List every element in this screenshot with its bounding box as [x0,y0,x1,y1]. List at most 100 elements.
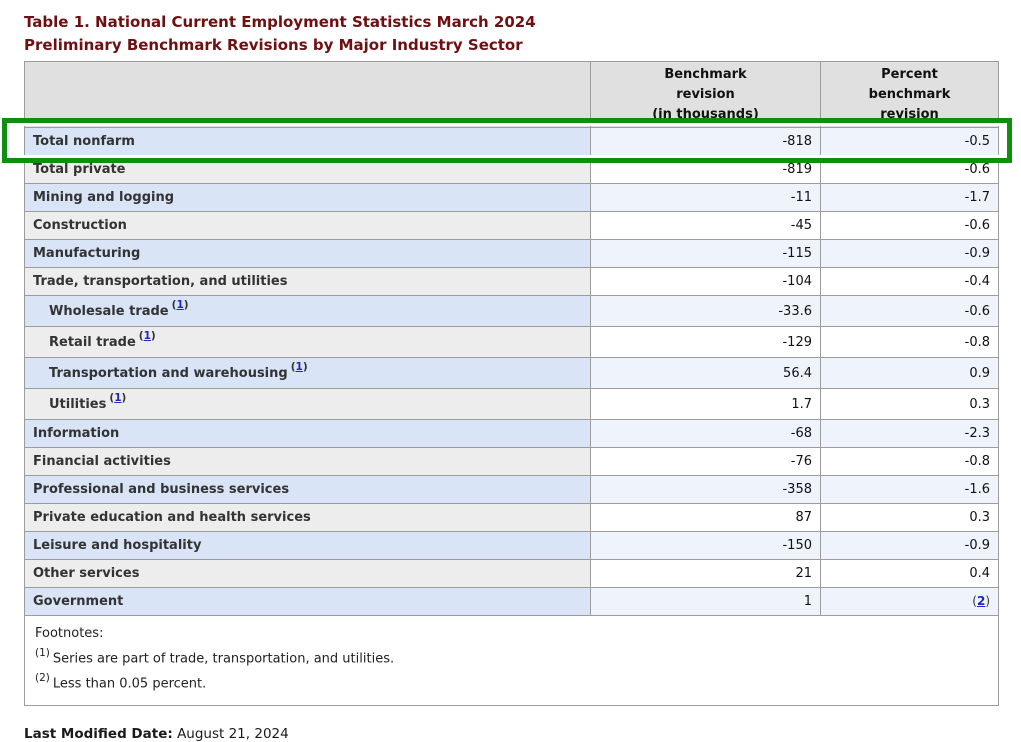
footnote-marker-link[interactable]: (1) [139,330,156,342]
table-title: Table 1. National Current Employment Sta… [24,11,1021,57]
row-label-text: Financial activities [33,454,171,469]
table-body: Total nonfarm-818-0.5Total private-819-0… [25,128,999,616]
benchmark-revision-value: -150 [591,532,821,560]
benchmark-revision-value: -45 [591,212,821,240]
percent-revision-value: -0.9 [821,532,999,560]
table-row: Leisure and hospitality -150-0.9 [25,532,999,560]
footnote-item-marker: (1) [35,647,50,659]
benchmark-revision-value: 87 [591,504,821,532]
footnotes-heading: Footnotes: [35,624,988,644]
row-label: Trade, transportation, and utilities [25,268,591,296]
footnote-item-marker: (2) [35,672,50,684]
table-header: Benchmark revision (in thousands) Percen… [25,62,999,128]
percent-revision-value: -0.6 [821,156,999,184]
table-row: Wholesale trade(1)-33.6-0.6 [25,296,999,327]
table-row: Professional and business services-358-1… [25,476,999,504]
percent-revision-value: -0.8 [821,448,999,476]
table-row: Mining and logging -11-1.7 [25,184,999,212]
benchmark-revision-value: -358 [591,476,821,504]
percent-revision-value: -1.6 [821,476,999,504]
table-row: Manufacturing -115-0.9 [25,240,999,268]
benchmark-revision-value: -115 [591,240,821,268]
row-label-text: Trade, transportation, and utilities [33,274,287,289]
benchmark-revision-value: -76 [591,448,821,476]
row-label-text: Private education and health services [33,510,311,525]
table-row: Private education and health services870… [25,504,999,532]
corner-header-cell [25,62,591,128]
table-row: Retail trade(1) -129-0.8 [25,327,999,358]
row-label: Professional and business services [25,476,591,504]
table-row: Construction-45-0.6 [25,212,999,240]
percent-revision-value: -0.8 [821,327,999,358]
footnote-item: (2)Less than 0.05 percent. [35,669,988,694]
row-label-text: Other services [33,566,139,581]
percent-revision-value: -0.5 [821,128,999,156]
row-label-text: Leisure and hospitality [33,538,201,553]
row-label: Private education and health services [25,504,591,532]
row-label-text: Government [33,594,123,609]
row-label: Mining and logging [25,184,591,212]
benchmark-revision-value: -33.6 [591,296,821,327]
row-label-text: Information [33,426,119,441]
table-row: Trade, transportation, and utilities -104… [25,268,999,296]
row-label-text: Utilities [49,397,106,412]
row-label-text: Total nonfarm [33,134,135,149]
benchmark-revision-value: -68 [591,420,821,448]
last-modified-label: Last Modified Date: [24,726,173,742]
percent-revision-value: -0.6 [821,212,999,240]
benchmark-revision-value: -129 [591,327,821,358]
last-modified: Last Modified Date: August 21, 2024 [24,726,1021,742]
benchmark-revision-value: 56.4 [591,358,821,389]
footnotes-row: Footnotes: (1)Series are part of trade, … [25,616,999,706]
percent-revision-value: 0.9 [821,358,999,389]
percent-revision-value: -1.7 [821,184,999,212]
footnote-marker-link[interactable]: (1) [172,299,189,311]
row-label: Construction [25,212,591,240]
last-modified-value: August 21, 2024 [177,726,289,742]
footnotes-cell: Footnotes: (1)Series are part of trade, … [25,616,999,706]
footnote-marker-link[interactable]: (2) [972,594,990,608]
row-label: Utilities(1) [25,389,591,420]
row-label: Total nonfarm [25,128,591,156]
benchmark-revision-value: -104 [591,268,821,296]
footnote-lines: (1)Series are part of trade, transportat… [35,644,988,695]
row-label: Information [25,420,591,448]
percent-revision-value: -2.3 [821,420,999,448]
benchmark-revision-value: -819 [591,156,821,184]
percent-revision-value: -0.9 [821,240,999,268]
footnote-marker-link[interactable]: (1) [109,392,126,404]
row-label-text: Mining and logging [33,190,174,205]
benchmark-revision-value: -11 [591,184,821,212]
row-label: Other services [25,560,591,588]
row-label-text: Wholesale trade [49,304,169,319]
row-label: Government [25,588,591,616]
row-label: Transportation and warehousing(1) [25,358,591,389]
row-label-text: Retail trade [49,335,136,350]
row-label: Wholesale trade(1) [25,296,591,327]
table-title-line2: Preliminary Benchmark Revisions by Major… [24,34,1021,57]
row-label: Total private [25,156,591,184]
table-row: Total private -819-0.6 [25,156,999,184]
benchmark-revisions-table: Benchmark revision (in thousands) Percen… [24,61,999,706]
footnote-item: (1)Series are part of trade, transportat… [35,644,988,669]
benchmark-revision-value: -818 [591,128,821,156]
table-row: Total nonfarm -818-0.5 [25,128,999,156]
footnote-marker-link[interactable]: (1) [291,361,308,373]
percent-revision-value: -0.6 [821,296,999,327]
benchmark-revision-value: 21 [591,560,821,588]
table-row: Transportation and warehousing(1)56.40.9 [25,358,999,389]
row-label: Financial activities [25,448,591,476]
row-label-text: Manufacturing [33,246,140,261]
benchmark-revision-value: 1 [591,588,821,616]
percent-revision-value: (2) [821,588,999,616]
row-label-text: Total private [33,162,126,177]
column-header-benchmark-revision: Benchmark revision (in thousands) [591,62,821,128]
table-row: Other services210.4 [25,560,999,588]
percent-revision-value: 0.3 [821,389,999,420]
row-label: Manufacturing [25,240,591,268]
page: Table 1. National Current Employment Sta… [0,0,1021,736]
table-row: Utilities(1)1.70.3 [25,389,999,420]
row-label: Leisure and hospitality [25,532,591,560]
table-row: Government 1 (2) [25,588,999,616]
table-row: Information -68-2.3 [25,420,999,448]
